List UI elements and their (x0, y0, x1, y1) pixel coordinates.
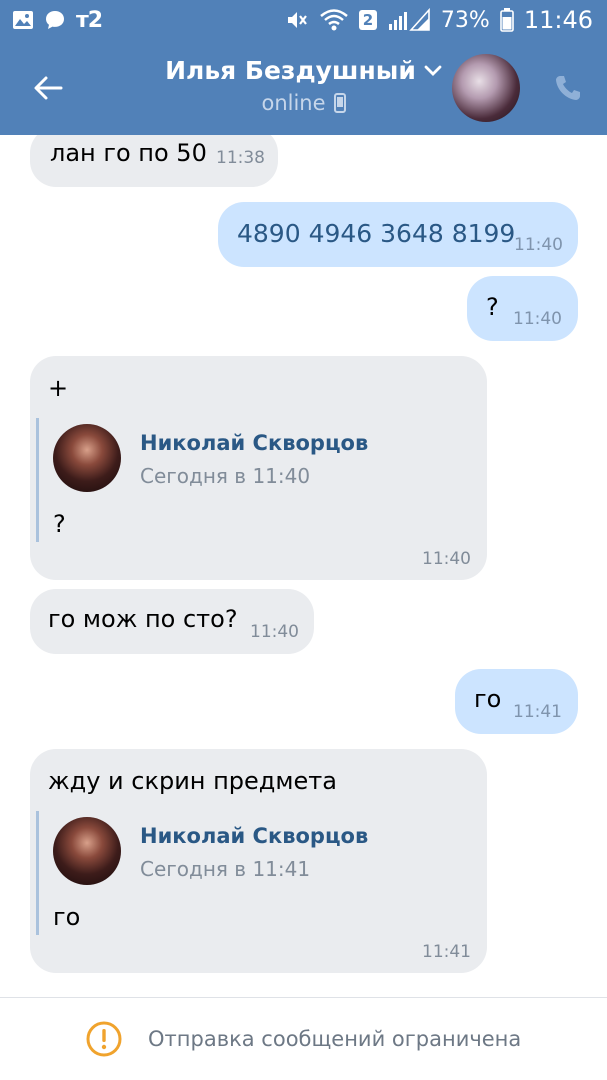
status-clock: 11:46 (523, 6, 593, 34)
message-time: 11:41 (422, 942, 471, 962)
phone-icon (556, 76, 580, 100)
forwarded-author-avatar[interactable] (53, 424, 121, 492)
forwarded-date: Сегодня в 11:40 (140, 464, 311, 488)
message-bubble-outgoing[interactable]: 4890 4946 3648 8199 11:40 (218, 202, 578, 267)
contact-name: Илья Бездушный (165, 56, 416, 85)
message-text: жду и скрин предмета (48, 767, 337, 795)
battery-icon (500, 8, 514, 32)
forwarded-author-name[interactable]: Николай Скворцов (140, 431, 368, 455)
sim-badge-label: 2 (362, 11, 374, 29)
message-bubble-incoming[interactable]: лан го по 50 11:38 (30, 135, 278, 187)
forwarded-author-avatar[interactable] (53, 817, 121, 885)
chevron-down-icon (424, 65, 442, 76)
message-bubble-incoming[interactable]: + Николай Скворцов Сегодня в 11:40 ? 11:… (30, 356, 487, 580)
message-text: лан го по 50 (50, 139, 207, 167)
chat-icon (44, 9, 66, 31)
status-bar-right: 2 73% 11:46 (285, 6, 593, 34)
forwarded-date: Сегодня в 11:41 (140, 857, 311, 881)
message-time: 11:38 (216, 148, 265, 168)
status-bar: т2 2 73% 11:46 (0, 0, 607, 40)
forwarded-message[interactable]: Николай Скворцов Сегодня в 11:41 го (36, 811, 466, 935)
message-text: ? (486, 293, 499, 321)
message-time: 11:41 (513, 702, 562, 722)
chat-header: Илья Бездушный online (0, 40, 607, 135)
message-time: 11:40 (514, 235, 563, 255)
message-restricted-bar: Отправка сообщений ограничена (0, 997, 607, 1080)
sim-badge: 2 (358, 10, 377, 30)
gallery-icon (12, 10, 34, 30)
contact-status-row: online (261, 91, 346, 115)
forwarded-text: го (53, 903, 81, 931)
forwarded-author-name[interactable]: Николай Скворцов (140, 824, 368, 848)
status-bar-left: т2 (12, 7, 103, 33)
message-text: + (48, 374, 69, 402)
message-time: 11:40 (250, 622, 299, 642)
message-text: го (474, 685, 502, 713)
contact-avatar[interactable] (452, 54, 520, 122)
message-time: 11:40 (513, 309, 562, 329)
message-bubble-outgoing[interactable]: ? 11:40 (467, 276, 578, 341)
message-list[interactable]: лан го по 50 11:38 4890 4946 3648 8199 1… (0, 135, 607, 997)
warning-icon (86, 1021, 122, 1057)
forwarded-message[interactable]: Николай Скворцов Сегодня в 11:40 ? (36, 418, 466, 542)
contact-status: online (261, 91, 326, 115)
message-bubble-incoming[interactable]: жду и скрин предмета Николай Скворцов Се… (30, 749, 487, 973)
mute-icon (285, 9, 309, 31)
wifi-icon (319, 8, 349, 32)
carrier-label: т2 (76, 7, 103, 33)
forwarded-text: ? (53, 510, 66, 538)
message-text: го мож по сто? (48, 605, 238, 633)
restricted-notice: Отправка сообщений ограничена (148, 1027, 522, 1051)
battery-percent: 73% (440, 7, 490, 33)
signal-icon (387, 8, 431, 32)
message-text: 4890 4946 3648 8199 (237, 219, 516, 248)
top-bar: т2 2 73% 11:46 Илья Бездушный online (0, 0, 607, 135)
message-bubble-incoming[interactable]: го мож по сто? 11:40 (30, 589, 314, 654)
message-time: 11:40 (422, 549, 471, 569)
mobile-device-icon (333, 93, 346, 113)
message-bubble-outgoing[interactable]: го 11:41 (455, 669, 578, 734)
call-button[interactable] (550, 70, 586, 106)
contact-name-row[interactable]: Илья Бездушный (165, 56, 442, 85)
